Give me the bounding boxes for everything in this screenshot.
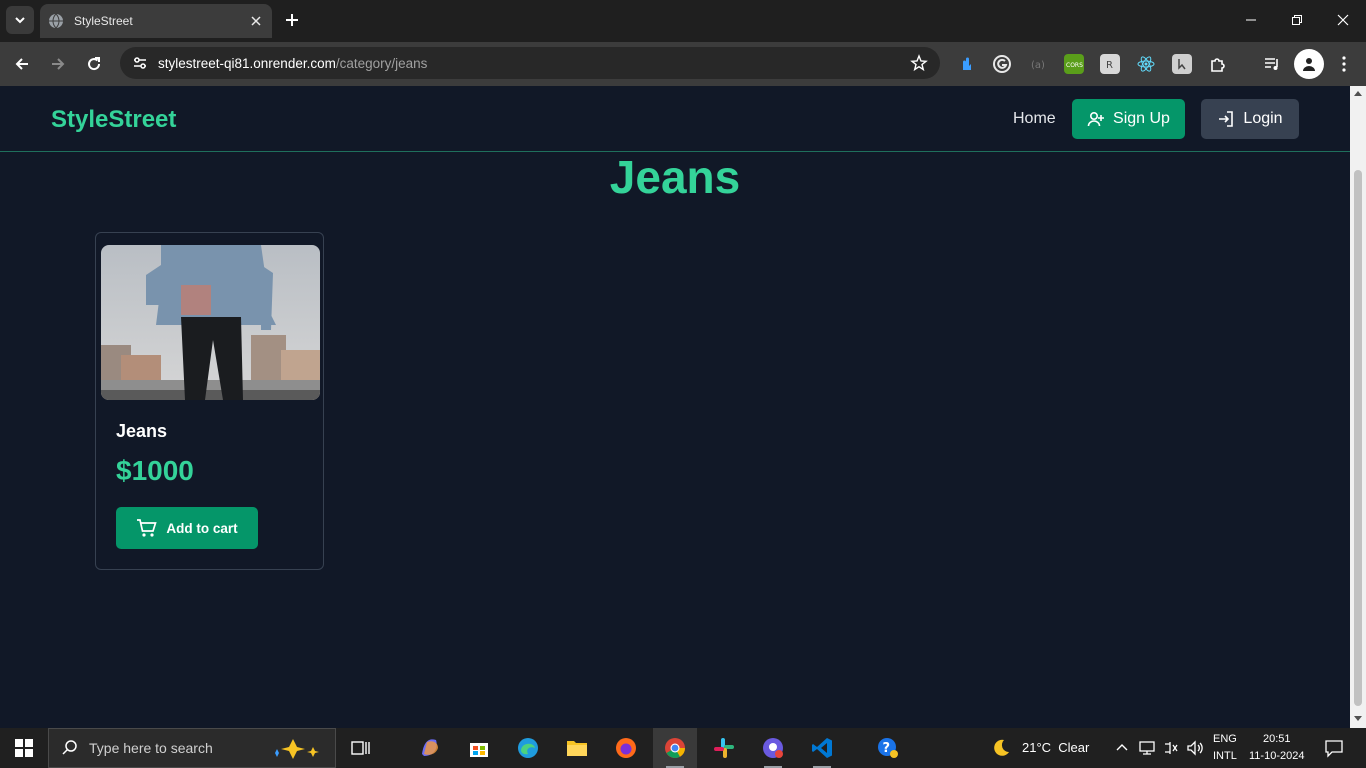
grammarly-icon[interactable] xyxy=(992,54,1012,74)
product-name: Jeans xyxy=(116,421,168,441)
tab-search-button[interactable] xyxy=(6,6,34,34)
extension-hand-icon[interactable] xyxy=(956,54,976,74)
product-price: $1000 xyxy=(116,455,194,486)
help-app-icon[interactable]: ? xyxy=(874,734,902,762)
browser-tab-strip: StyleStreet xyxy=(0,0,1366,42)
scrollbar-thumb[interactable] xyxy=(1354,170,1362,706)
signup-label: Sign Up xyxy=(1113,110,1170,127)
chrome-profile-app-icon[interactable] xyxy=(759,734,787,762)
windows-start-button[interactable] xyxy=(8,736,40,760)
tray-chevron-up-icon[interactable] xyxy=(1116,742,1128,752)
extensions-puzzle-icon[interactable] xyxy=(1208,54,1228,74)
svg-text:R: R xyxy=(1106,60,1113,71)
scroll-up-arrow-icon[interactable] xyxy=(1354,91,1362,96)
browser-toolbar: stylestreet-qi81.onrender.com/category/j… xyxy=(0,42,1366,86)
arrow-left-icon xyxy=(15,58,28,70)
react-devtools-icon[interactable] xyxy=(1136,54,1156,74)
bookmark-star-icon[interactable] xyxy=(910,54,928,77)
restore-button[interactable] xyxy=(1274,0,1320,40)
category-title: Jeans xyxy=(609,151,741,203)
vscode-icon[interactable] xyxy=(808,734,836,762)
new-tab-button[interactable] xyxy=(280,8,304,32)
firefox-icon[interactable] xyxy=(612,734,640,762)
weather-text[interactable]: 21°C Clear xyxy=(1022,740,1089,755)
signup-button[interactable]: Sign Up xyxy=(1072,99,1185,139)
forward-button[interactable] xyxy=(44,50,72,78)
clock-date[interactable]: 11-10-2024 xyxy=(1249,750,1304,762)
volume-icon[interactable] xyxy=(1186,739,1204,757)
close-icon xyxy=(1337,14,1349,26)
globe-icon xyxy=(49,13,63,29)
minimize-icon xyxy=(1246,19,1256,21)
search-placeholder: Type here to search xyxy=(89,740,213,756)
close-window-button[interactable] xyxy=(1320,0,1366,40)
add-to-cart-label: Add to cart xyxy=(166,520,238,536)
nav-home-link[interactable]: Home xyxy=(1013,110,1056,128)
clock-time[interactable]: 20:51 xyxy=(1263,733,1291,745)
user-plus-icon xyxy=(1087,111,1105,127)
battery-plug-icon[interactable] xyxy=(1162,739,1180,757)
extension-pointer-icon[interactable] xyxy=(1172,54,1192,74)
copilot-app-icon[interactable] xyxy=(416,734,444,762)
product-card[interactable]: Jeans $1000 Add to cart xyxy=(95,232,324,570)
network-icon[interactable] xyxy=(1138,739,1156,757)
chevron-down-icon xyxy=(15,17,25,24)
site-navbar: StyleStreet Home Sign Up Login xyxy=(0,86,1350,152)
edge-browser-icon[interactable] xyxy=(514,734,542,762)
site-logo[interactable]: StyleStreet xyxy=(51,106,176,134)
svg-text:CORS: CORS xyxy=(1066,62,1083,69)
cors-extension-icon[interactable]: CORS xyxy=(1064,54,1084,74)
restore-icon xyxy=(1292,15,1302,25)
reload-button[interactable] xyxy=(80,50,108,78)
weather-moon-icon xyxy=(994,739,1009,756)
url-host: stylestreet-qi81.onrender.com xyxy=(158,55,336,71)
profile-avatar-icon[interactable] xyxy=(1294,49,1324,79)
media-control-icon[interactable] xyxy=(1262,54,1282,74)
windows-taskbar: Type here to search ? 21°C Clear ENG INT… xyxy=(0,728,1366,768)
minimize-button[interactable] xyxy=(1228,0,1274,40)
tab-title: StyleStreet xyxy=(74,14,133,28)
extension-bracket-icon[interactable]: (a) xyxy=(1028,54,1048,74)
slack-icon[interactable] xyxy=(710,734,738,762)
svg-text:(a): (a) xyxy=(1031,60,1045,71)
add-to-cart-button[interactable]: Add to cart xyxy=(116,507,258,549)
page-scrollbar[interactable] xyxy=(1350,86,1366,728)
windows-logo-icon xyxy=(15,739,33,757)
arrow-right-icon xyxy=(52,58,65,70)
more-menu-icon[interactable] xyxy=(1334,54,1354,74)
task-view-icon[interactable] xyxy=(346,734,374,762)
extension-r-icon[interactable]: R xyxy=(1100,54,1120,74)
search-icon xyxy=(62,740,77,755)
taskbar-search-box[interactable]: Type here to search xyxy=(48,728,336,768)
notification-icon[interactable] xyxy=(1324,738,1344,758)
close-tab-icon[interactable] xyxy=(248,13,264,29)
microsoft-store-icon[interactable] xyxy=(465,734,493,762)
browser-tab[interactable]: StyleStreet xyxy=(40,4,272,38)
login-label: Login xyxy=(1243,110,1283,127)
chrome-icon[interactable] xyxy=(661,734,689,762)
keyboard-layout[interactable]: INTL xyxy=(1213,750,1237,762)
reload-icon xyxy=(88,57,101,71)
site-info-icon[interactable] xyxy=(130,53,150,73)
address-bar[interactable]: stylestreet-qi81.onrender.com/category/j… xyxy=(120,47,940,79)
login-icon xyxy=(1219,111,1234,127)
shopping-cart-icon xyxy=(137,519,158,537)
login-button[interactable]: Login xyxy=(1201,99,1299,139)
copilot-sparkle-icon xyxy=(275,739,319,759)
web-page: StyleStreet Home Sign Up Login Jeans Jea… xyxy=(0,86,1350,728)
product-image[interactable] xyxy=(101,245,320,400)
back-button[interactable] xyxy=(8,50,36,78)
file-explorer-icon[interactable] xyxy=(563,734,591,762)
url-path: /category/jeans xyxy=(335,55,428,71)
language-code[interactable]: ENG xyxy=(1213,733,1237,745)
plus-icon xyxy=(286,14,298,26)
svg-text:?: ? xyxy=(883,741,891,756)
scroll-down-arrow-icon[interactable] xyxy=(1354,716,1362,721)
